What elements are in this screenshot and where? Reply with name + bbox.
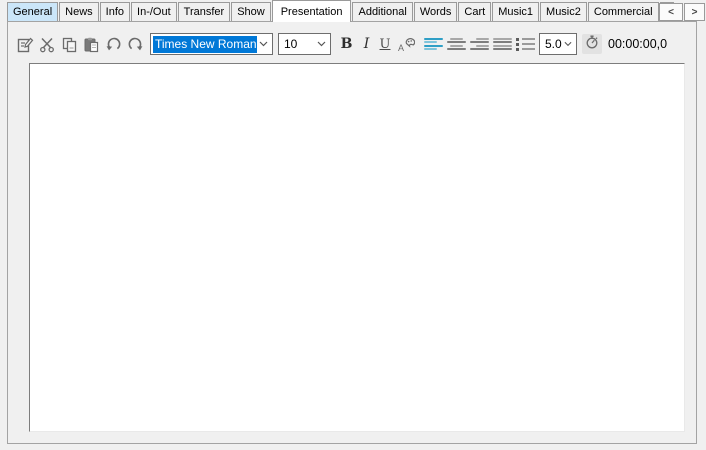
paste-icon — [83, 36, 100, 53]
svg-text:A: A — [398, 43, 404, 53]
font-color-icon: A — [397, 36, 415, 53]
undo-button[interactable] — [104, 34, 123, 54]
chevron-down-icon — [562, 41, 576, 47]
tab-show[interactable]: Show — [231, 2, 271, 21]
stopwatch-button[interactable] — [582, 34, 602, 54]
copy-icon — [61, 36, 78, 53]
underline-button[interactable]: U — [377, 34, 393, 54]
tab-strip: General News Info In-/Out Transfer Show … — [7, 0, 706, 21]
font-name-value: Times New Roman — [153, 36, 257, 53]
tab-label: Words — [420, 6, 452, 18]
chevron-left-icon: < — [668, 7, 674, 18]
tab-in-out[interactable]: In-/Out — [131, 2, 177, 21]
font-color-button[interactable]: A — [396, 34, 416, 54]
tab-label: Info — [106, 6, 124, 18]
align-center-button[interactable] — [447, 38, 466, 51]
stopwatch-icon — [584, 34, 600, 55]
tab-scroll-right-button[interactable]: > — [684, 3, 705, 21]
tab-label: Music2 — [546, 6, 581, 18]
cut-button[interactable] — [38, 34, 57, 54]
tab-label: Cart — [464, 6, 485, 18]
tab-music1[interactable]: Music1 — [492, 2, 539, 21]
undo-icon — [105, 36, 122, 53]
tab-scroll-left-button[interactable]: < — [659, 3, 683, 21]
formatting-toolbar: Times New Roman 10 B I U A — [16, 32, 692, 56]
tab-news[interactable]: News — [59, 2, 99, 21]
tab-info[interactable]: Info — [100, 2, 130, 21]
redo-icon — [127, 36, 144, 53]
align-justify-button[interactable] — [493, 38, 512, 51]
tab-label: Show — [237, 6, 265, 18]
tab-label: Transfer — [184, 6, 225, 18]
line-spacing-value: 5.0 — [540, 37, 562, 51]
tab-additional[interactable]: Additional — [352, 2, 412, 21]
copy-button[interactable] — [60, 34, 79, 54]
tab-label: Presentation — [281, 6, 343, 18]
tab-label: News — [65, 6, 93, 18]
tab-general[interactable]: General — [7, 2, 58, 21]
font-name-combobox[interactable]: Times New Roman — [150, 33, 273, 55]
bold-button[interactable]: B — [338, 34, 355, 54]
list-button[interactable] — [516, 38, 535, 51]
chevron-down-icon — [257, 41, 272, 47]
tab-words[interactable]: Words — [414, 2, 458, 21]
editor-textarea[interactable] — [29, 63, 685, 432]
font-size-combobox[interactable]: 10 — [278, 33, 331, 55]
tab-cart[interactable]: Cart — [458, 2, 491, 21]
tab-label: Additional — [358, 6, 406, 18]
cut-icon — [39, 36, 56, 53]
edit-icon — [17, 36, 34, 53]
edit-button[interactable] — [16, 34, 35, 54]
alignment-group — [424, 38, 535, 51]
timer-readout: 00:00:00,0 — [608, 37, 667, 51]
tab-label: In-/Out — [137, 6, 171, 18]
tab-label: Commercial — [594, 6, 653, 18]
paste-button[interactable] — [82, 34, 101, 54]
tab-transfer[interactable]: Transfer — [178, 2, 231, 21]
tab-label: Music1 — [498, 6, 533, 18]
align-left-button[interactable] — [424, 38, 443, 51]
tab-label: General — [13, 6, 52, 18]
tab-commercial[interactable]: Commercial — [588, 2, 659, 21]
tab-music2[interactable]: Music2 — [540, 2, 587, 21]
chevron-down-icon — [315, 41, 330, 47]
redo-button[interactable] — [126, 34, 145, 54]
italic-button[interactable]: I — [359, 34, 374, 54]
align-right-button[interactable] — [470, 38, 489, 51]
font-size-value: 10 — [279, 37, 297, 51]
line-spacing-combobox[interactable]: 5.0 — [539, 33, 577, 55]
tab-presentation[interactable]: Presentation — [272, 0, 352, 22]
chevron-right-icon: > — [692, 7, 698, 18]
presentation-tab-page: Times New Roman 10 B I U A — [7, 21, 697, 444]
